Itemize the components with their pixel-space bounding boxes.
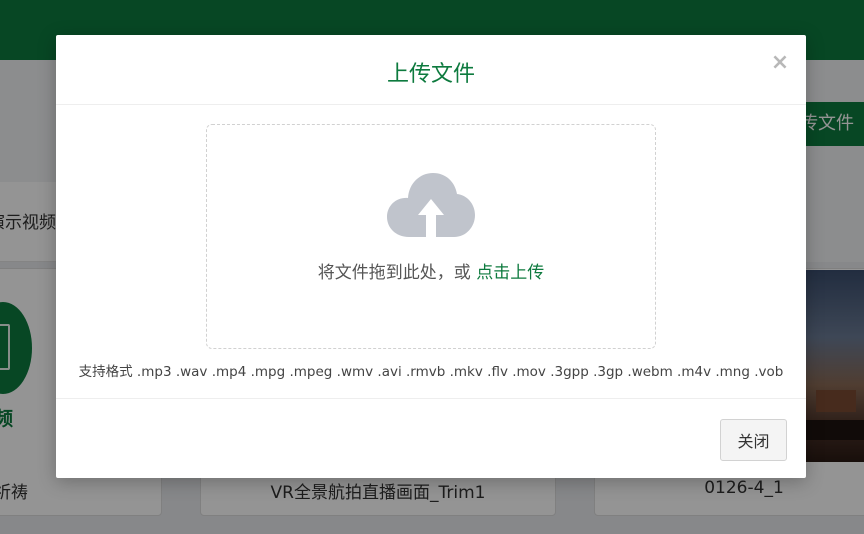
- dialog-footer: 关闭: [56, 398, 806, 478]
- close-button[interactable]: 关闭: [720, 419, 787, 461]
- dropzone-prompt: 将文件拖到此处，或: [317, 263, 477, 283]
- dialog-header: 上传文件 ×: [56, 35, 806, 105]
- cloud-upload-icon: [387, 173, 475, 237]
- close-icon[interactable]: ×: [770, 51, 790, 75]
- dropzone-text: 将文件拖到此处，或 点击上传: [207, 258, 655, 283]
- click-upload-link[interactable]: 点击上传: [476, 263, 544, 283]
- supported-formats: 支持格式 .mp3 .wav .mp4 .mpg .mpeg .wmv .avi…: [78, 364, 784, 380]
- upload-dialog: 上传文件 × 将文件拖到此处，或 点击上传 支持格式 .mp3 .wav .mp…: [56, 35, 806, 478]
- upload-dropzone[interactable]: 将文件拖到此处，或 点击上传: [206, 124, 656, 349]
- dialog-title: 上传文件: [386, 62, 475, 87]
